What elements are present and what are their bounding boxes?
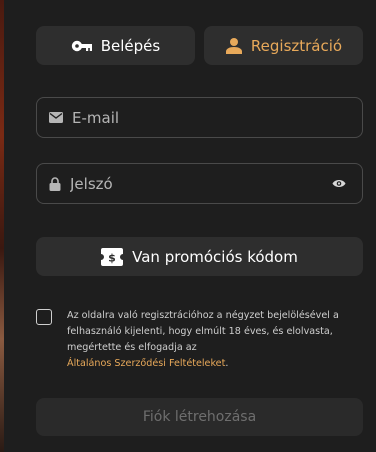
- tab-login-label: Belépés: [100, 36, 161, 55]
- create-account-button[interactable]: Fiók létrehozása: [36, 398, 363, 436]
- background-strip: [0, 0, 4, 452]
- terms-link[interactable]: Általános Szerződési Feltételeket: [67, 358, 225, 369]
- email-input[interactable]: [72, 98, 362, 137]
- lock-icon: [49, 176, 61, 191]
- user-icon: [225, 37, 242, 54]
- consent-text: Az oldalra való regisztrációhoz a négyze…: [67, 308, 364, 372]
- create-account-label: Fiók létrehozása: [142, 409, 257, 425]
- promo-code-label: Van promóciós kódom: [132, 247, 298, 266]
- tab-register[interactable]: Regisztráció: [204, 26, 363, 65]
- consent-checkbox[interactable]: [36, 309, 52, 325]
- password-input[interactable]: [70, 164, 362, 203]
- eye-icon[interactable]: [332, 178, 346, 189]
- consent-suffix: .: [225, 358, 229, 369]
- tab-register-label: Regisztráció: [250, 36, 343, 55]
- promo-code-button[interactable]: $ Van promóciós kódom: [36, 237, 363, 276]
- password-field: [36, 163, 363, 204]
- key-icon: [71, 40, 92, 51]
- svg-text:$: $: [108, 251, 116, 264]
- auth-tabs: Belépés Regisztráció: [36, 26, 363, 65]
- consent-body: Az oldalra való regisztrációhoz a négyze…: [67, 310, 339, 353]
- email-field: [36, 97, 363, 138]
- envelope-icon: [49, 112, 63, 123]
- promo-ticket-icon: $: [101, 247, 124, 266]
- tab-login[interactable]: Belépés: [36, 26, 195, 65]
